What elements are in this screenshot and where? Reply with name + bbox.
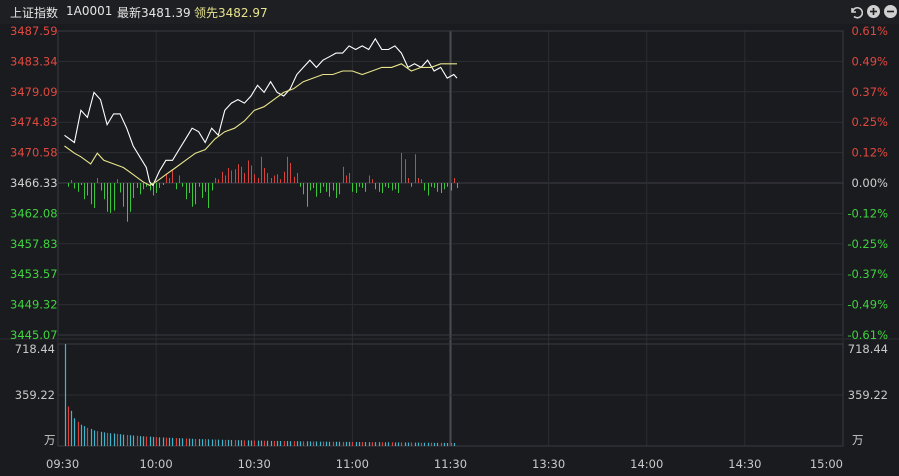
time-tick-label: 09:30	[46, 457, 79, 471]
percent-tick-label: 0.00%	[851, 176, 888, 190]
percent-tick-label: 0.12%	[851, 146, 888, 160]
time-tick-label: 15:00	[810, 457, 843, 471]
price-tick-label: 3457.83	[10, 237, 58, 251]
axis-labels: 3487.59 3483.34 3479.09 3474.83 3470.58 3466.…	[10, 24, 888, 471]
volume-unit: 万	[44, 433, 56, 447]
price-tick-label: 3483.34	[10, 54, 58, 68]
price-tick-label: 3462.08	[10, 206, 58, 220]
time-tick-label: 10:00	[140, 457, 173, 471]
percent-tick-label: -0.49%	[847, 298, 888, 312]
volume-tick-label: 359.22	[848, 388, 888, 402]
percent-tick-label: 0.25%	[851, 115, 888, 129]
time-tick-label: 13:30	[532, 457, 565, 471]
price-tick-label: 3470.58	[10, 146, 58, 160]
percent-tick-label: 0.61%	[851, 24, 888, 38]
imbalance-bars	[68, 153, 458, 222]
time-tick-label: 14:00	[630, 457, 663, 471]
time-tick-label: 14:30	[728, 457, 761, 471]
time-tick-label: 11:00	[336, 457, 369, 471]
percent-tick-label: 0.37%	[851, 85, 888, 99]
price-lines	[64, 37, 458, 187]
price-tick-label: 3479.09	[10, 85, 58, 99]
price-tick-label: 3453.57	[10, 267, 58, 281]
percent-tick-label: -0.37%	[847, 267, 888, 281]
price-line	[64, 63, 457, 187]
percent-tick-label: -0.61%	[847, 328, 888, 342]
price-tick-label: 3487.59	[10, 24, 58, 38]
percent-tick-label: -0.12%	[847, 206, 888, 220]
percent-tick-label: -0.25%	[847, 237, 888, 251]
time-tick-label: 11:30	[434, 457, 467, 471]
price-tick-label: 3449.32	[10, 298, 58, 312]
percent-tick-label: 0.49%	[851, 54, 888, 68]
price-line	[64, 37, 458, 187]
volume-tick-label: 359.22	[15, 388, 55, 402]
price-tick-label: 3445.07	[10, 328, 58, 342]
price-tick-label: 3466.33	[10, 176, 58, 190]
volume-tick-label: 718.44	[15, 342, 55, 356]
intraday-chart[interactable]: 3487.59 3483.34 3479.09 3474.83 3470.58 3466.…	[0, 0, 899, 476]
time-tick-label: 10:30	[238, 457, 271, 471]
volume-unit: 万	[852, 433, 864, 447]
volume-tick-label: 718.44	[848, 342, 888, 356]
price-tick-label: 3474.83	[10, 115, 58, 129]
chart-grid	[0, 30, 899, 447]
